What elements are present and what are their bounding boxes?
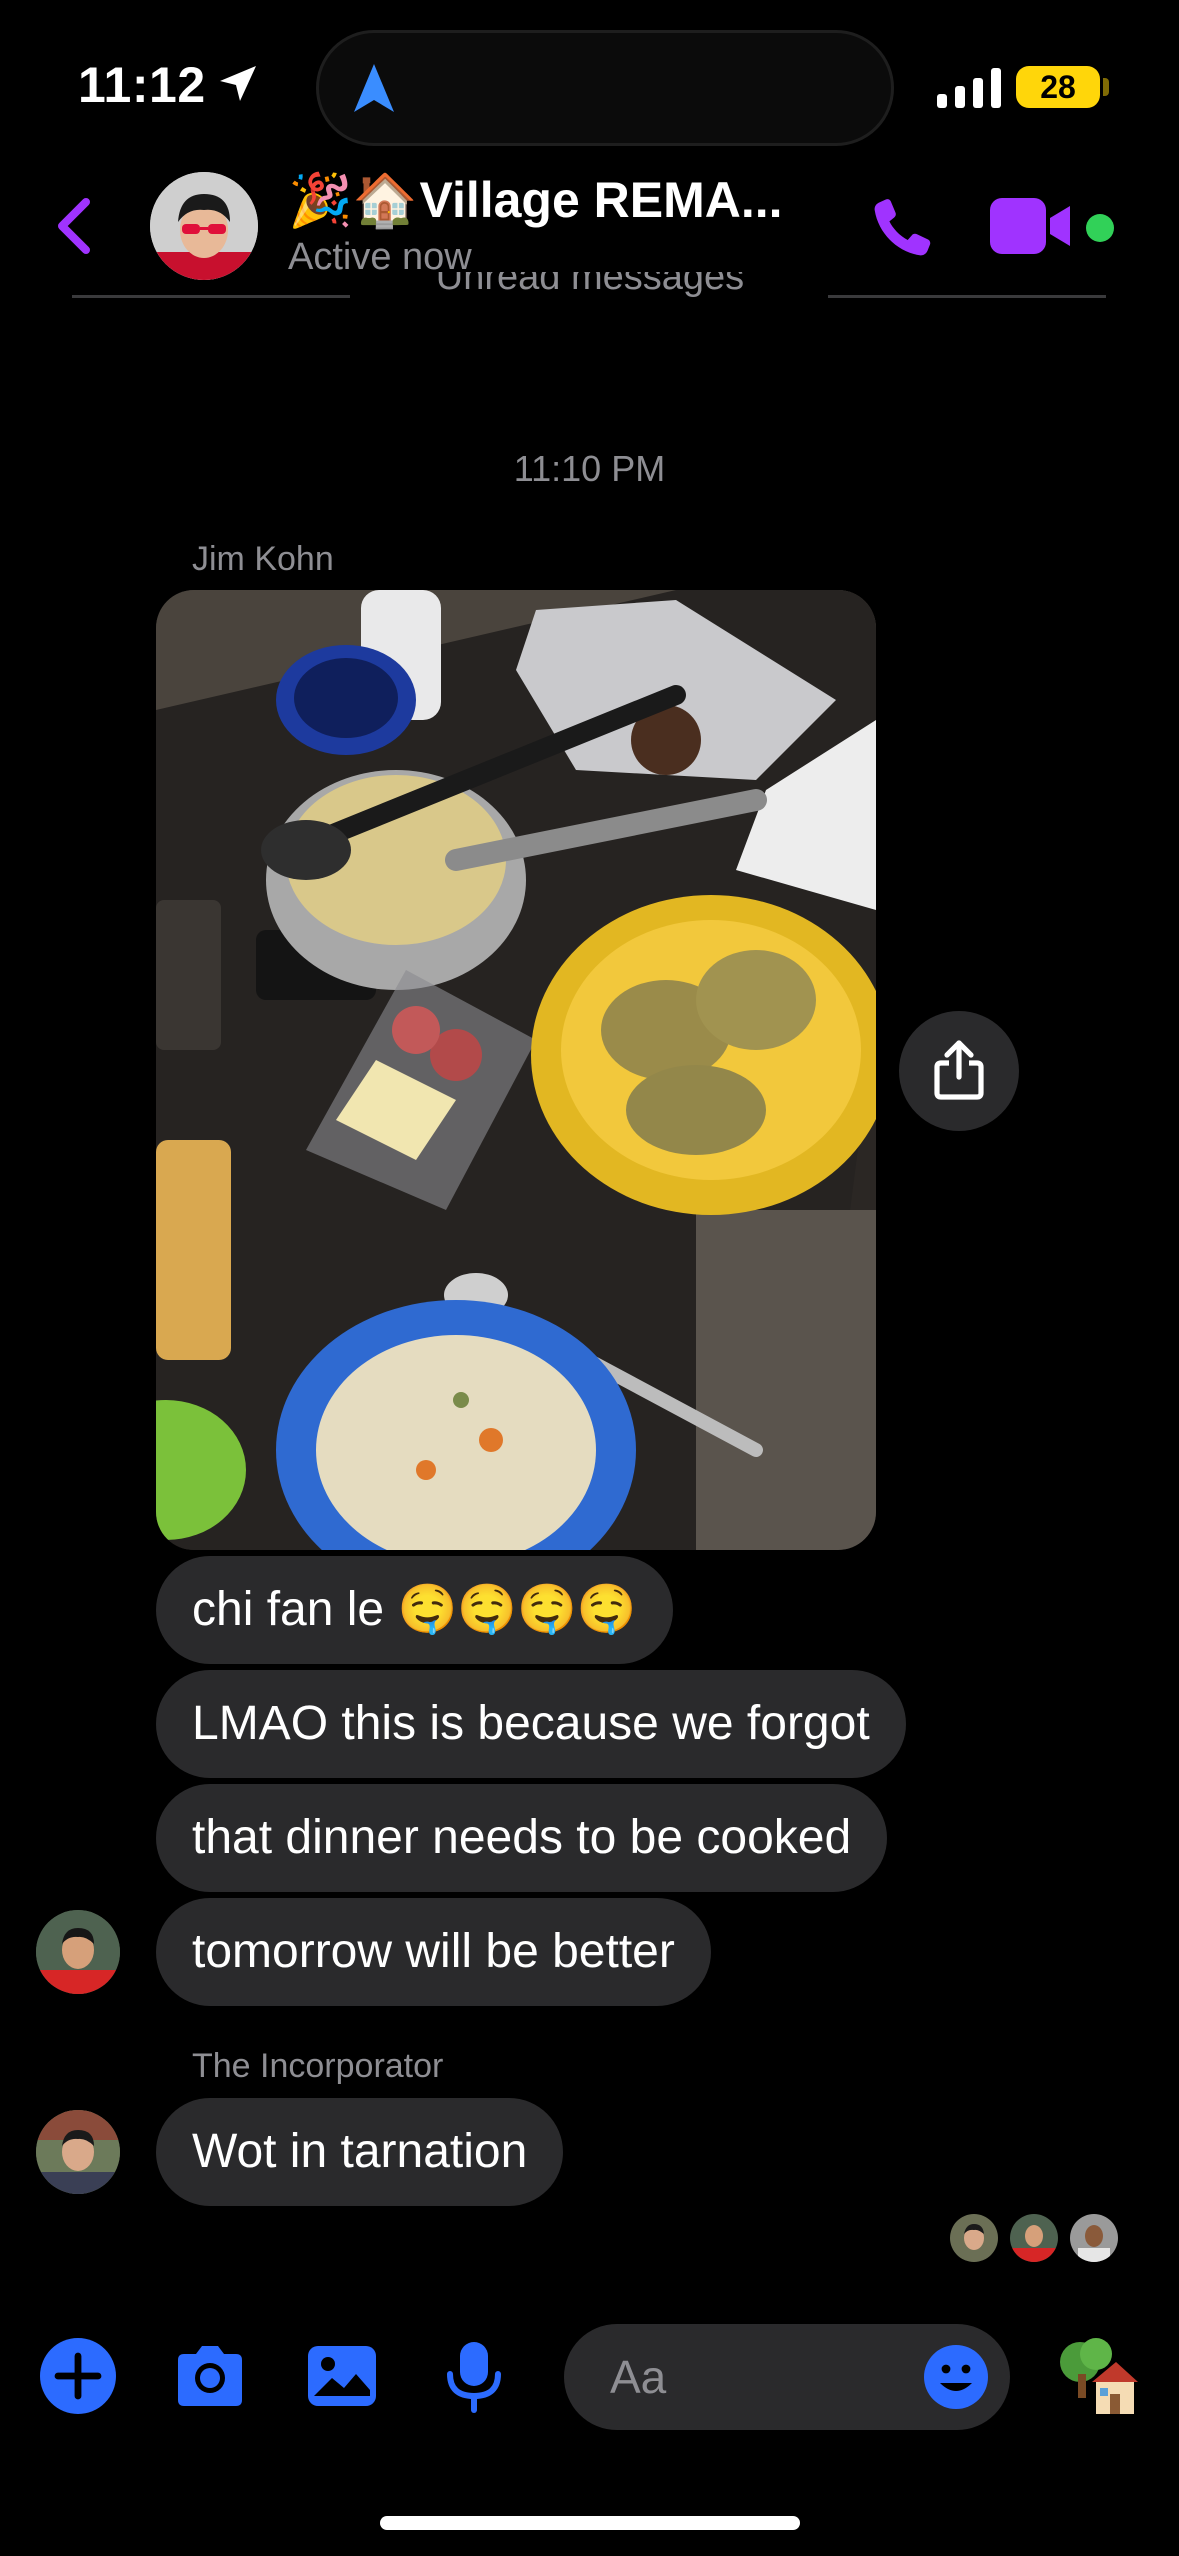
plus-icon[interactable] [38, 2336, 118, 2416]
title-emoji: 🎉🏠 [288, 171, 418, 230]
emoji-icon[interactable] [922, 2343, 990, 2411]
sender-name: Jim Kohn [192, 540, 334, 578]
video-camera-icon[interactable] [990, 198, 1072, 254]
chat-title[interactable]: 🎉🏠 Village REMA... [288, 170, 808, 230]
message-bubble[interactable]: that dinner needs to be cooked [156, 1784, 888, 1892]
message-timestamp: 11:10 PM [513, 448, 666, 489]
message-bubble[interactable]: LMAO this is because we forgot [156, 1670, 906, 1778]
phone-icon[interactable] [866, 192, 938, 264]
home-indicator[interactable] [380, 2516, 800, 2530]
navigation-arrow-icon [354, 64, 394, 112]
microphone-icon[interactable] [434, 2336, 514, 2416]
share-button[interactable] [899, 1011, 1019, 1131]
message-input-placeholder: Aa [610, 2351, 667, 2403]
battery-tip [1103, 78, 1109, 96]
seen-receipt-avatar [1070, 2214, 1118, 2262]
group-avatar[interactable] [150, 172, 258, 280]
message-bubble[interactable]: Wot in tarnation [156, 2098, 564, 2206]
shared-photo[interactable] [156, 590, 876, 1550]
cellular-signal-icon [937, 68, 1001, 108]
unread-divider-right [828, 295, 1106, 298]
back-chevron-icon[interactable] [50, 196, 98, 256]
status-time: 11:12 [78, 57, 206, 113]
sender-avatar[interactable] [36, 2110, 120, 2194]
battery-icon: 28 [1016, 66, 1100, 108]
camera-icon[interactable] [170, 2336, 250, 2416]
share-icon [934, 1040, 984, 1100]
online-indicator [1086, 214, 1114, 242]
house-tree-icon[interactable] [1056, 2338, 1140, 2422]
sender-avatar[interactable] [36, 1910, 120, 1994]
message-bubble[interactable]: tomorrow will be better [156, 1898, 711, 2006]
unread-messages-label: Unread messages [435, 272, 745, 298]
unread-divider-left [72, 295, 350, 298]
messenger-chat-screen: 11:12 28 🎉🏠 Village REMA... Active now U… [0, 0, 1179, 2556]
gallery-icon[interactable] [302, 2336, 382, 2416]
message-bubble[interactable]: chi fan le 🤤🤤🤤🤤 [156, 1556, 673, 1664]
dynamic-island [316, 30, 894, 146]
location-arrow-icon [220, 66, 256, 101]
seen-receipt-avatar [1010, 2214, 1058, 2262]
message-input[interactable]: Aa [564, 2324, 1010, 2430]
seen-receipt-avatar [950, 2214, 998, 2262]
sender-name: The Incorporator [192, 2047, 444, 2085]
chat-title-text: Village REMA... [419, 172, 783, 228]
